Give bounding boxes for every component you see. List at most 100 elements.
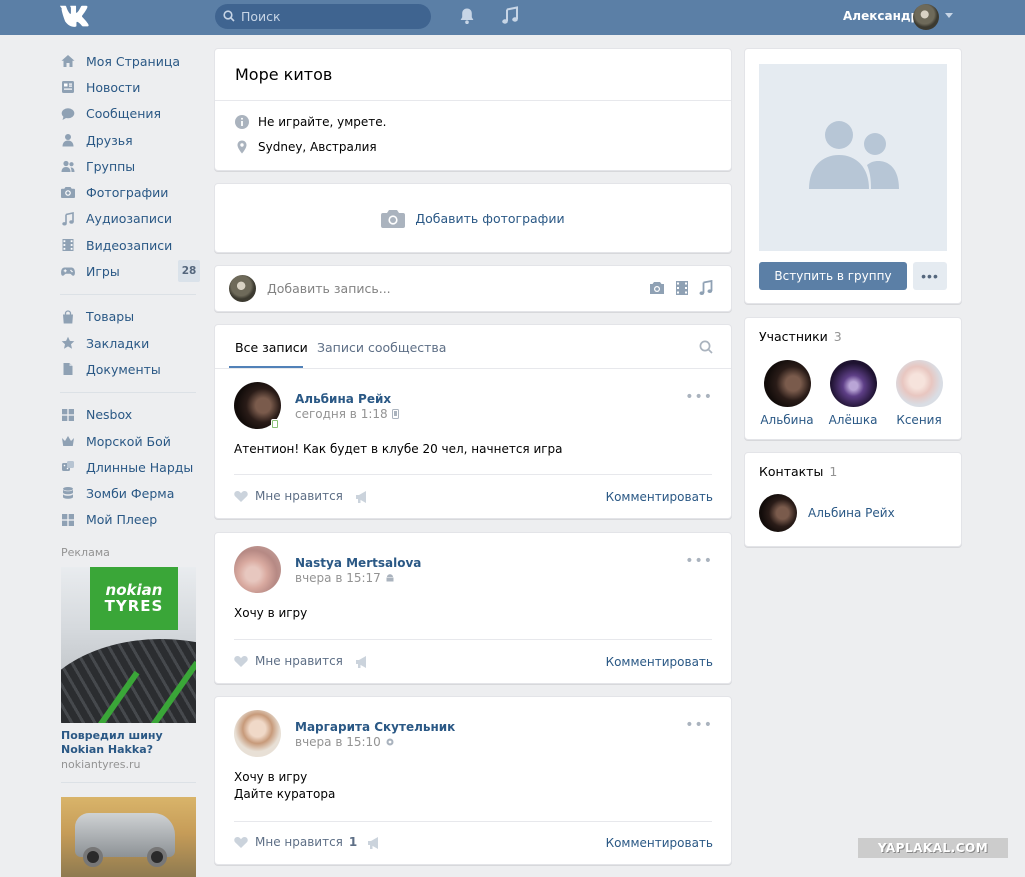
sidebar-item[interactable]: Видеозаписи <box>60 232 200 258</box>
member-item[interactable]: Ксения <box>889 360 949 427</box>
megaphone-icon[interactable] <box>354 654 370 670</box>
post-more-icon[interactable]: ••• <box>685 553 713 569</box>
like-button[interactable]: Мне нравится 1 <box>234 835 357 849</box>
post-author-avatar[interactable] <box>234 546 281 593</box>
tyre-image <box>61 639 196 723</box>
post-author-name[interactable]: Маргарита Скутельник <box>295 720 455 734</box>
divider <box>234 821 712 822</box>
chevron-down-icon[interactable] <box>945 13 953 18</box>
sidebar-item-label: Сообщения <box>86 106 162 122</box>
sidebar-item-label: Видеозаписи <box>86 237 173 253</box>
music-note-icon[interactable] <box>500 6 520 26</box>
sidebar-item[interactable]: Сообщения <box>60 101 200 127</box>
member-item[interactable]: Алёшка <box>823 360 883 427</box>
megaphone-icon[interactable] <box>366 835 382 851</box>
messages-icon <box>61 107 75 120</box>
sidebar-item[interactable]: Документы <box>60 356 200 382</box>
music-icon[interactable] <box>698 280 714 296</box>
sidebar-item[interactable]: Длинные Нарды <box>60 454 200 480</box>
group-location: Sydney, Австралия <box>258 140 377 154</box>
header-user-name[interactable]: Александр <box>843 9 919 23</box>
news-icon <box>62 81 74 94</box>
ad-title-link[interactable]: Повредил шину Nokian Hakka? <box>61 729 201 757</box>
sidebar-item-label: Морской Бой <box>86 433 171 449</box>
megaphone-icon[interactable] <box>354 489 370 505</box>
post-author-avatar[interactable] <box>234 710 281 757</box>
members-card: Участники 3 Альбина Алёшка Ксения <box>744 317 962 440</box>
sidebar-item-label: Моя Страница <box>86 53 180 69</box>
sidebar-item[interactable]: Группы <box>60 153 200 179</box>
avatar <box>895 360 943 407</box>
sidebar-item[interactable]: Закладки <box>60 330 200 356</box>
sidebar-item[interactable]: Друзья <box>60 127 200 153</box>
document-icon <box>63 363 73 376</box>
car-wheel <box>147 847 167 867</box>
post-author-name[interactable]: Альбина Рейх <box>295 392 391 406</box>
watermark: YAPLAKAL.COM <box>858 838 1008 858</box>
ad-image-nokian[interactable]: nokian TYRES <box>61 567 196 723</box>
heart-icon <box>234 656 248 667</box>
add-photos-button[interactable]: Добавить фотографии <box>215 184 731 252</box>
tab-community-posts[interactable]: Записи сообщества <box>317 340 446 355</box>
nav-divider <box>60 293 196 295</box>
post-more-icon[interactable]: ••• <box>685 389 713 405</box>
contacts-title[interactable]: Контакты 1 <box>759 464 837 479</box>
comment-button[interactable]: Комментировать <box>606 655 713 669</box>
post-author-name[interactable]: Nastya Mertsalova <box>295 556 421 570</box>
group-status: Не играйте, умрете. <box>258 115 387 129</box>
post-timestamp[interactable]: вчера в 15:10 <box>295 735 395 749</box>
vk-logo-icon[interactable] <box>59 4 94 28</box>
bell-icon[interactable] <box>457 6 477 26</box>
comment-button[interactable]: Комментировать <box>606 490 713 504</box>
post-card: Маргарита Скутельник вчера в 15:10 ••• Х… <box>214 696 732 865</box>
avatar <box>829 360 877 407</box>
camera-icon[interactable] <box>649 280 665 296</box>
sidebar-item-label: Игры <box>86 264 120 280</box>
sidebar-item[interactable]: Новости <box>60 74 200 100</box>
sidebar-item[interactable]: Игры 28 <box>60 258 200 284</box>
member-item[interactable]: Альбина <box>757 360 817 427</box>
like-button[interactable]: Мне нравится <box>234 654 343 668</box>
ad-domain: nokiantyres.ru <box>61 758 141 771</box>
sidebar-item[interactable]: Nesbox <box>60 402 200 428</box>
header-avatar[interactable] <box>913 4 939 30</box>
group-title: Море китов <box>235 65 333 84</box>
sidebar-item-label: Группы <box>86 158 136 174</box>
search-box[interactable] <box>215 4 431 29</box>
composer-input[interactable] <box>267 278 587 298</box>
group-avatar-placeholder[interactable] <box>759 64 947 251</box>
post-timestamp[interactable]: вчера в 15:17 <box>295 571 395 585</box>
music-icon <box>62 211 74 226</box>
sidebar-item-label: Длинные Нарды <box>86 459 194 475</box>
post-more-icon[interactable]: ••• <box>685 717 713 733</box>
video-icon[interactable] <box>674 280 690 296</box>
sidebar-item[interactable]: Аудиозаписи <box>60 206 200 232</box>
sidebar-item[interactable]: Зомби Ферма <box>60 480 200 506</box>
member-name: Ксения <box>896 413 942 427</box>
post-text-line2: Дайте куратора <box>234 787 336 801</box>
avatar[interactable] <box>759 494 797 532</box>
star-icon <box>61 336 75 349</box>
join-group-button[interactable]: Вступить в группу <box>759 262 907 290</box>
car-wheel <box>83 847 103 867</box>
sidebar-item[interactable]: Моя Страница <box>60 48 200 74</box>
like-count: 1 <box>348 835 358 849</box>
sidebar-item-label: Документы <box>86 361 161 377</box>
sidebar-item[interactable]: Фотографии <box>60 179 200 205</box>
post-timestamp[interactable]: сегодня в 1:18 <box>295 407 399 421</box>
contact-name[interactable]: Альбина Рейх <box>808 506 895 520</box>
app-grid-icon <box>62 513 74 526</box>
add-photos-card[interactable]: Добавить фотографии <box>214 183 732 253</box>
ad-image-car[interactable] <box>61 797 196 877</box>
members-title[interactable]: Участники 3 <box>759 329 842 344</box>
tab-all-posts[interactable]: Все записи <box>235 340 308 355</box>
post-text: Атентион! Как будет в клубе 20 чел, начн… <box>234 442 563 456</box>
sidebar-item[interactable]: Товары <box>60 304 200 330</box>
like-button[interactable]: Мне нравится <box>234 489 343 503</box>
search-icon[interactable] <box>699 340 713 354</box>
search-input[interactable] <box>241 4 421 29</box>
sidebar-item[interactable]: Морской Бой <box>60 428 200 454</box>
more-actions-button[interactable]: ••• <box>913 262 947 290</box>
comment-button[interactable]: Комментировать <box>606 836 713 850</box>
sidebar-item[interactable]: Мой Плеер <box>60 507 200 533</box>
